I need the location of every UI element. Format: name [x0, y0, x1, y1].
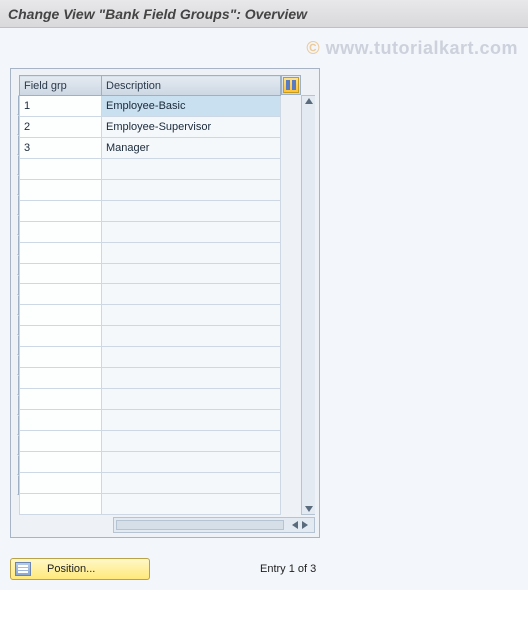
cell-description[interactable] — [102, 305, 281, 326]
cell-description[interactable] — [102, 451, 281, 472]
sub-toolbar — [0, 28, 528, 58]
position-icon — [15, 562, 31, 576]
cell-field-grp[interactable] — [20, 347, 102, 368]
table-row — [20, 179, 281, 200]
table-row — [20, 326, 281, 347]
table-row — [20, 242, 281, 263]
scroll-right-icon — [302, 521, 312, 529]
cell-description[interactable] — [102, 179, 281, 200]
cell-field-grp[interactable]: 3 — [20, 137, 102, 158]
table-row: 2Employee-Supervisor — [20, 116, 281, 137]
table-row — [20, 158, 281, 179]
cell-field-grp[interactable] — [20, 305, 102, 326]
cell-field-grp[interactable] — [20, 431, 102, 452]
cell-field-grp[interactable] — [20, 368, 102, 389]
cell-description[interactable] — [102, 410, 281, 431]
table-row — [20, 347, 281, 368]
hscroll-track — [116, 520, 284, 530]
cell-field-grp[interactable] — [20, 158, 102, 179]
cell-description[interactable] — [102, 200, 281, 221]
cell-field-grp[interactable]: 1 — [20, 96, 102, 117]
scroll-left-icon — [288, 521, 298, 529]
page-title: Change View "Bank Field Groups": Overvie… — [8, 6, 307, 22]
table-row — [20, 410, 281, 431]
table-row: 3Manager — [20, 137, 281, 158]
cell-description[interactable] — [102, 221, 281, 242]
table-row — [20, 431, 281, 452]
entry-counter: Entry 1 of 3 — [260, 563, 316, 575]
table-row — [20, 221, 281, 242]
col-header-field-grp[interactable]: Field grp — [20, 76, 102, 96]
footer-bar: Position... Entry 1 of 3 — [0, 538, 528, 590]
cell-description[interactable] — [102, 431, 281, 452]
cell-field-grp[interactable] — [20, 284, 102, 305]
cell-description[interactable]: Manager — [102, 137, 281, 158]
cell-description[interactable] — [102, 472, 281, 493]
table-row — [20, 305, 281, 326]
cell-description[interactable] — [102, 263, 281, 284]
cell-description[interactable]: Employee-Basic — [102, 96, 281, 117]
table-row — [20, 368, 281, 389]
titlebar: Change View "Bank Field Groups": Overvie… — [0, 0, 528, 28]
scroll-up-icon — [305, 98, 313, 104]
col-header-description[interactable]: Description — [102, 76, 281, 96]
cell-field-grp[interactable] — [20, 451, 102, 472]
table-row — [20, 472, 281, 493]
table-config-button[interactable] — [281, 75, 301, 95]
table-row: 1Employee-Basic — [20, 96, 281, 117]
table-row — [20, 389, 281, 410]
cell-description[interactable]: Employee-Supervisor — [102, 116, 281, 137]
col-header-description-label: Description — [106, 80, 161, 92]
cell-field-grp[interactable] — [20, 242, 102, 263]
table-config-icon — [283, 77, 299, 93]
cell-field-grp[interactable] — [20, 493, 102, 514]
table-row — [20, 263, 281, 284]
scroll-down-icon — [305, 506, 313, 512]
cell-description[interactable] — [102, 493, 281, 514]
table-row — [20, 284, 281, 305]
field-groups-table: Field grp Description 1Employee-Basic2Em… — [19, 75, 281, 515]
position-button[interactable]: Position... — [10, 558, 150, 580]
cell-description[interactable] — [102, 368, 281, 389]
cell-field-grp[interactable] — [20, 263, 102, 284]
cell-description[interactable] — [102, 326, 281, 347]
cell-field-grp[interactable]: 2 — [20, 116, 102, 137]
cell-description[interactable] — [102, 389, 281, 410]
grid-frame: Field grp Description 1Employee-Basic2Em… — [10, 68, 320, 538]
content-area: Field grp Description 1Employee-Basic2Em… — [0, 58, 528, 538]
cell-field-grp[interactable] — [20, 179, 102, 200]
vertical-scrollbar[interactable] — [301, 95, 315, 515]
cell-field-grp[interactable] — [20, 200, 102, 221]
horizontal-scrollbar[interactable] — [113, 517, 315, 533]
cell-description[interactable] — [102, 284, 281, 305]
position-button-label: Position... — [47, 563, 95, 575]
cell-field-grp[interactable] — [20, 389, 102, 410]
cell-field-grp[interactable] — [20, 410, 102, 431]
cell-field-grp[interactable] — [20, 472, 102, 493]
cell-field-grp[interactable] — [20, 326, 102, 347]
table-row — [20, 451, 281, 472]
cell-description[interactable] — [102, 158, 281, 179]
cell-description[interactable] — [102, 242, 281, 263]
table-row — [20, 493, 281, 514]
cell-field-grp[interactable] — [20, 221, 102, 242]
table-row — [20, 200, 281, 221]
cell-description[interactable] — [102, 347, 281, 368]
